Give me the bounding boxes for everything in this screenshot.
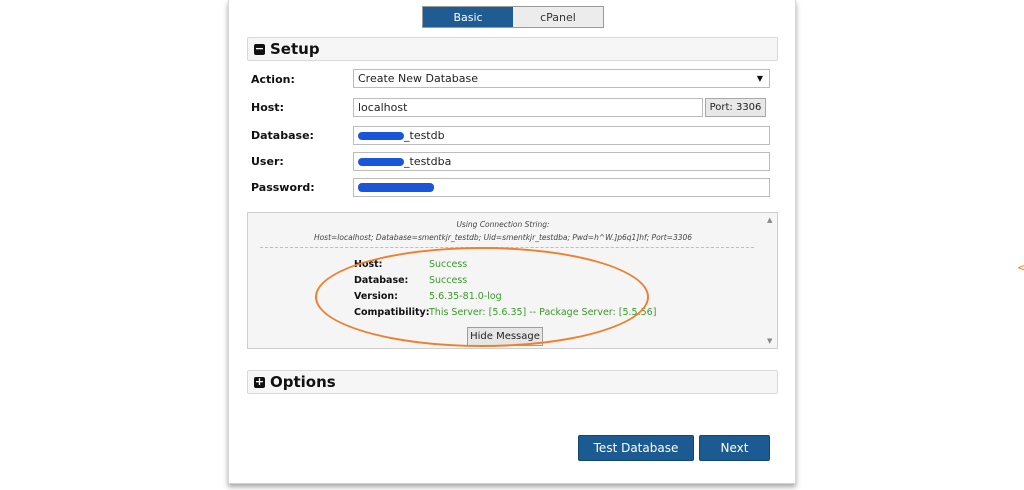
action-select-value: Create New Database <box>358 72 479 85</box>
user-label: User: <box>251 155 284 168</box>
result-compatibility-label: Compatibility: <box>354 307 430 318</box>
password-label: Password: <box>251 181 315 194</box>
database-input-value: _testdb <box>404 129 445 142</box>
result-database-label: Database: <box>354 275 409 286</box>
options-section-header[interactable]: + Options <box>247 370 778 394</box>
port-button[interactable]: Port: 3306 <box>705 98 766 117</box>
result-version-label: Version: <box>354 291 398 302</box>
message-scrollbar[interactable]: ▲ ▼ <box>765 213 777 348</box>
hide-message-button[interactable]: Hide Message <box>467 327 543 346</box>
database-input[interactable]: _testdb <box>353 126 770 145</box>
installer-panel: Basic cPanel − Setup Action: Create New … <box>228 0 796 484</box>
setup-section-header[interactable]: − Setup <box>247 37 778 61</box>
result-host-value: Success <box>429 259 468 270</box>
minus-square-icon: − <box>254 42 265 55</box>
connection-string-heading: Using Connection String: <box>456 220 550 229</box>
host-label: Host: <box>251 101 284 114</box>
setup-title: Setup <box>270 40 320 58</box>
dropdown-arrow-icon: ▼ <box>756 74 763 83</box>
result-compatibility-value: This Server: [5.6.35] -- Package Server:… <box>429 307 657 318</box>
redaction-mark <box>358 131 404 140</box>
options-title: Options <box>270 373 336 391</box>
redaction-mark <box>358 157 404 166</box>
action-select[interactable]: Create New Database ▼ <box>353 69 770 88</box>
plus-square-icon: + <box>254 375 265 388</box>
redaction-mark <box>358 183 434 192</box>
database-label: Database: <box>251 129 314 142</box>
tab-basic[interactable]: Basic <box>423 7 513 27</box>
result-database-value: Success <box>429 275 468 286</box>
user-input-value: _testdba <box>404 155 452 168</box>
host-input[interactable]: localhost <box>353 98 703 117</box>
divider <box>260 247 754 248</box>
scroll-up-icon[interactable]: ▲ <box>767 216 772 224</box>
connection-message-box: Using Connection String: Host=localhost;… <box>247 212 778 349</box>
tab-cpanel[interactable]: cPanel <box>513 7 603 27</box>
host-input-value: localhost <box>358 101 408 114</box>
action-label: Action: <box>251 73 295 86</box>
result-version-value: 5.6.35-81.0-log <box>429 291 502 302</box>
mode-tabs: Basic cPanel <box>422 6 604 28</box>
password-input[interactable] <box>353 178 770 197</box>
user-input[interactable]: _testdba <box>353 152 770 171</box>
annotation-arrow: < <box>1017 261 1024 274</box>
scroll-down-icon[interactable]: ▼ <box>767 337 772 345</box>
next-button[interactable]: Next <box>699 435 770 461</box>
test-database-button[interactable]: Test Database <box>578 435 694 461</box>
result-host-label: Host: <box>354 259 383 270</box>
connection-string: Host=localhost; Database=smentkjr_testdb… <box>313 233 693 242</box>
